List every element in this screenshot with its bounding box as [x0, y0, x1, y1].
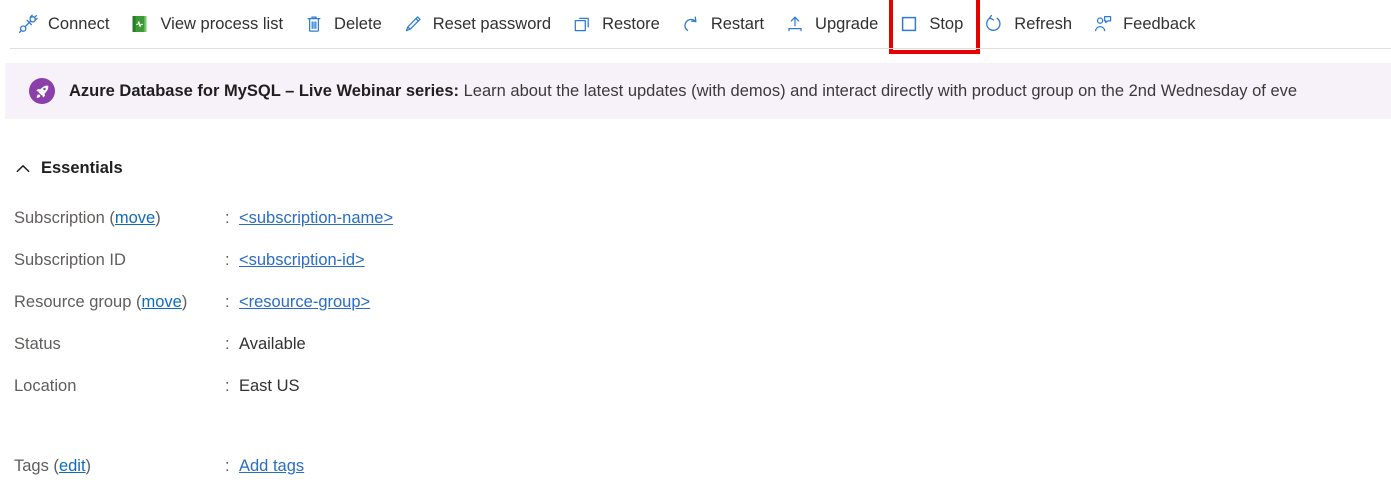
banner-text: Azure Database for MySQL – Live Webinar … — [69, 82, 1297, 101]
view-process-list-label: View process list — [160, 14, 284, 33]
connect-button[interactable]: Connect — [14, 7, 120, 41]
delete-label: Delete — [334, 14, 382, 33]
restart-icon — [680, 13, 702, 35]
delete-button[interactable]: Delete — [300, 7, 393, 41]
restore-label: Restore — [602, 14, 660, 33]
label-suffix: ) — [85, 457, 92, 475]
resource-group-link[interactable]: <resource-group> — [239, 293, 370, 311]
property-label-resource-group: Resource group (move) — [14, 281, 225, 323]
banner-body: Learn about the latest updates (with dem… — [459, 81, 1298, 100]
stop-square-icon — [898, 13, 920, 35]
property-value-subscription-id: <subscription-id> — [239, 239, 1391, 281]
pencil-icon — [402, 13, 424, 35]
label-prefix: Status — [14, 335, 61, 353]
property-value-status: Available — [239, 335, 306, 353]
property-value-tags: Add tags — [239, 445, 1391, 487]
command-bar: Connect View process list Delete Reset p… — [0, 0, 1391, 54]
reset-password-label: Reset password — [432, 14, 552, 33]
essentials-properties: Subscription (move) : <subscription-name… — [14, 197, 1391, 407]
view-process-list-button[interactable]: View process list — [126, 7, 294, 41]
trash-icon — [303, 13, 325, 35]
upgrade-label: Upgrade — [815, 14, 879, 33]
label-prefix: Subscription ID — [14, 251, 126, 269]
reset-password-button[interactable]: Reset password — [399, 7, 562, 41]
tags-edit-link[interactable]: edit — [59, 457, 86, 475]
feedback-label: Feedback — [1123, 14, 1196, 33]
label-suffix: ) — [155, 209, 161, 227]
stop-label: Stop — [929, 14, 964, 33]
essentials-section: Essentials Subscription (move) : <subscr… — [0, 159, 1391, 487]
subscription-name-link[interactable]: <subscription-name> — [239, 209, 393, 227]
label-prefix: Subscription ( — [14, 209, 115, 227]
refresh-button[interactable]: Refresh — [980, 7, 1083, 41]
essentials-header-label: Essentials — [41, 159, 123, 177]
stop-button-highlight-wrapper: Stop — [889, 0, 981, 54]
process-list-icon — [129, 13, 151, 35]
property-label-status: Status — [14, 323, 225, 365]
chevron-up-icon — [14, 160, 32, 178]
subscription-id-link[interactable]: <subscription-id> — [239, 251, 365, 269]
property-colon: : — [225, 251, 230, 269]
banner-title: Azure Database for MySQL – Live Webinar … — [69, 81, 460, 100]
label-prefix: Location — [14, 377, 77, 395]
feedback-person-icon — [1092, 13, 1114, 35]
property-label-subscription: Subscription (move) — [14, 197, 225, 239]
label-suffix: ) — [181, 293, 188, 311]
refresh-icon — [983, 13, 1005, 35]
property-colon: : — [225, 293, 230, 311]
feedback-button[interactable]: Feedback — [1089, 7, 1206, 41]
upgrade-icon — [784, 13, 806, 35]
restore-button[interactable]: Restore — [568, 7, 671, 41]
essentials-header[interactable]: Essentials — [14, 159, 123, 178]
stop-button[interactable]: Stop — [895, 7, 974, 41]
add-tags-link[interactable]: Add tags — [239, 457, 304, 475]
property-colon: : — [225, 335, 230, 353]
tags-row: Tags (edit) : Add tags — [14, 445, 1391, 487]
rocket-icon — [29, 78, 55, 104]
restart-button[interactable]: Restart — [677, 7, 775, 41]
restart-label: Restart — [710, 14, 765, 33]
restore-icon — [571, 13, 593, 35]
property-value-location: East US — [239, 377, 300, 395]
upgrade-button[interactable]: Upgrade — [781, 7, 889, 41]
subscription-move-link[interactable]: move — [115, 209, 155, 227]
property-value-resource-group: <resource-group> — [239, 281, 1391, 323]
resource-group-move-link[interactable]: move — [141, 293, 181, 311]
connect-label: Connect — [48, 14, 110, 33]
label-prefix: Tags ( — [14, 457, 59, 475]
plug-icon — [17, 13, 39, 35]
property-label-location: Location — [14, 365, 225, 407]
property-value-subscription: <subscription-name> — [239, 197, 1391, 239]
label-prefix: Resource group ( — [14, 293, 142, 311]
webinar-banner[interactable]: Azure Database for MySQL – Live Webinar … — [5, 63, 1391, 119]
refresh-label: Refresh — [1014, 14, 1073, 33]
property-label-tags: Tags (edit) — [14, 445, 225, 487]
property-colon: : — [225, 209, 230, 227]
toolbar-divider — [10, 48, 1391, 49]
property-label-subscription-id: Subscription ID — [14, 239, 225, 281]
property-colon: : — [225, 377, 230, 395]
property-colon: : — [225, 457, 230, 475]
